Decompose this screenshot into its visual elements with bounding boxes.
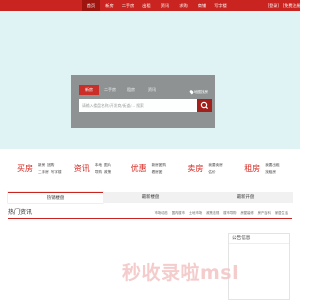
category-row: 买房 新房 团购 二手房 写字楼 资讯 本地 图片 导购 政策 优惠 新房团购 看房团 … [8,153,292,183]
search-button[interactable] [197,99,212,112]
search-panel: 新房 二手房 租房 资讯 地图找房 请输入楼盘名称/开发商/街道/... 搜索 [71,75,215,128]
notice-title: 公告信息 [229,234,289,244]
category-sell: 卖房 我要卖房 估价 [178,153,235,183]
nav-item-new-house[interactable]: 新房 [101,0,119,11]
tab-new-listings[interactable]: 最新楼盘 [103,192,198,203]
tab-hot-listings[interactable]: 热销楼盘 [8,192,103,203]
main-nav: 首页 新房 二手房 出租 资讯 求购 商铺 写字楼 [82,0,230,11]
nav-item-home[interactable]: 首页 [82,0,100,11]
category-link[interactable]: 导购 [95,169,102,176]
category-news: 资讯 本地 图片 导购 政策 [65,153,122,183]
nav-item-buy-request[interactable]: 求购 [175,0,193,11]
category-buy: 买房 新房 团购 二手房 写字楼 [8,153,65,183]
news-category-links: 市场动态 国内楼市 土地市场 政策法规 楼市导购 房屋装修 房产百科 家居生活 [155,207,289,219]
news-category-link[interactable]: 楼市导购 [223,207,236,219]
search-tabs: 新房 二手房 租房 资讯 [79,85,163,95]
news-category-link[interactable]: 房屋装修 [240,207,253,219]
register-link[interactable]: [免费注册] [283,0,302,11]
map-search-label: 地图找房 [194,90,208,94]
search-icon [200,101,209,110]
hot-news-header: 热门资讯 市场动态 国内楼市 土地市场 政策法规 楼市导购 房屋装修 房产百科 … [8,207,292,219]
user-links: [登录] [免费注册] [268,0,302,11]
section-title: 热门资讯 [8,209,33,216]
category-link[interactable]: 本地 [95,162,102,169]
news-category-link[interactable]: 家居生活 [275,207,288,219]
category-title[interactable]: 优惠 [131,164,147,173]
news-category-link[interactable]: 土地市场 [189,207,202,219]
search-tab-new-house[interactable]: 新房 [79,85,99,95]
category-rent: 租房 我要出租 找租房 [235,153,292,183]
nav-item-office[interactable]: 写字楼 [212,0,230,11]
search-tab-second-hand[interactable]: 二手房 [100,85,120,95]
category-link[interactable]: 二手房 [38,169,49,176]
tab-new-openings[interactable]: 最新开盘 [198,192,293,203]
nav-item-second-hand[interactable]: 二手房 [119,0,137,11]
category-link[interactable]: 找租房 [265,169,276,176]
category-discount: 优惠 新房团购 看房团 [122,153,179,183]
watermark: 秒收录啦msl [122,262,240,284]
news-category-link[interactable]: 国内楼市 [172,207,185,219]
category-title[interactable]: 卖房 [187,164,203,173]
login-link[interactable]: [登录] [268,0,279,11]
map-search-link[interactable]: 地图找房 [189,89,208,95]
category-link[interactable]: 新房团购 [152,162,166,169]
nav-item-rent[interactable]: 出租 [138,0,156,11]
category-title[interactable]: 租房 [244,164,260,173]
nav-item-news[interactable]: 资讯 [156,0,174,11]
search-tab-news[interactable]: 资讯 [142,85,162,95]
news-category-link[interactable]: 政策法规 [206,207,219,219]
category-link[interactable]: 我要出租 [265,162,279,169]
category-link[interactable]: 政策 [104,169,111,176]
listing-tabs: 热销楼盘 最新楼盘 最新开盘 [8,192,293,203]
category-link[interactable]: 看房团 [152,169,163,176]
category-title[interactable]: 资讯 [74,164,90,173]
news-category-link[interactable]: 市场动态 [155,207,168,219]
category-link[interactable]: 写字楼 [51,169,62,176]
category-link[interactable]: 我要卖房 [208,162,222,169]
category-link[interactable]: 图片 [104,162,111,169]
category-link[interactable]: 估价 [208,169,215,176]
category-link[interactable]: 新房 [38,162,45,169]
nav-item-shops[interactable]: 商铺 [193,0,211,11]
search-tab-rent[interactable]: 租房 [121,85,141,95]
search-input[interactable]: 请输入楼盘名称/开发商/街道/... 搜索 [79,99,197,112]
category-link[interactable]: 团购 [47,162,54,169]
category-title[interactable]: 买房 [17,164,33,173]
news-category-link[interactable]: 房产百科 [258,207,271,219]
